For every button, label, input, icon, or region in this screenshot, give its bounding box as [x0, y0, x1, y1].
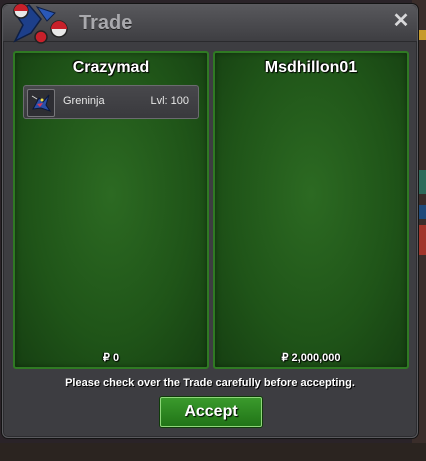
- trade-notice: Please check over the Trade carefully be…: [65, 377, 355, 389]
- background-bottom: [0, 443, 426, 461]
- title-bar[interactable]: Trade ✕: [3, 3, 417, 44]
- close-icon: ✕: [392, 10, 410, 32]
- close-button[interactable]: ✕: [391, 11, 411, 31]
- trade-logo-icon: [13, 3, 68, 44]
- window-title: Trade: [79, 12, 133, 34]
- trade-item-slot[interactable]: Greninja Lvl: 100: [23, 85, 199, 119]
- accept-button[interactable]: Accept: [160, 397, 262, 427]
- partner-offer-panel: Msdhillon01 ₽ 2,000,000: [213, 51, 409, 369]
- greninja-icon: [27, 89, 55, 117]
- item-name: Greninja: [63, 95, 105, 107]
- money-amount: ₽ 2,000,000: [281, 352, 341, 364]
- trade-window: Trade ✕ Crazymad Greninja Lvl: 100 ₽ 0 M…: [2, 3, 418, 438]
- money-amount: ₽ 0: [102, 352, 120, 364]
- item-level: Lvl: 100: [150, 95, 189, 107]
- player-name: Msdhillon01: [264, 59, 358, 76]
- my-offer-panel: Crazymad Greninja Lvl: 100 ₽ 0: [13, 51, 209, 369]
- player-name: Crazymad: [72, 59, 150, 76]
